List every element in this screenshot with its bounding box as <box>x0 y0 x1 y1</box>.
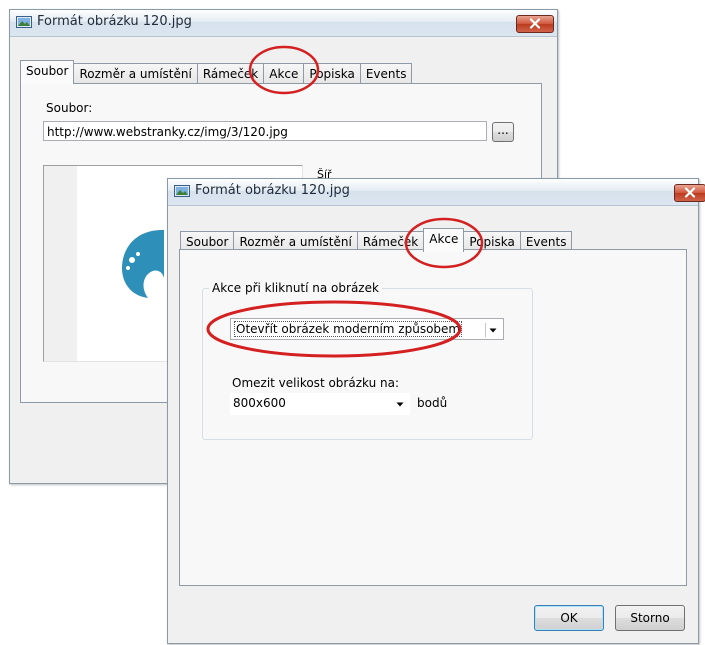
back-tab-events[interactable]: Events <box>359 63 413 84</box>
back-tab-popiska[interactable]: Popiska <box>303 63 361 84</box>
back-tab-strip: Soubor Rozměr a umístění Rámeček Akce Po… <box>20 60 413 84</box>
back-tab-soubor[interactable]: Soubor <box>20 60 75 84</box>
size-limit-value: 800x600 <box>233 396 286 410</box>
browse-button[interactable]: ... <box>492 122 514 142</box>
units-label: bodů <box>417 396 448 410</box>
close-icon <box>529 18 541 29</box>
click-action-group: Akce při kliknutí na obrázek Otevřít obr… <box>202 281 533 440</box>
back-window-title: Formát obrázku 120.jpg <box>37 14 192 29</box>
ok-button[interactable]: OK <box>534 605 604 631</box>
image-icon <box>174 185 190 197</box>
chevron-down-icon <box>396 402 404 407</box>
back-tab-ramecek[interactable]: Rámeček <box>196 63 265 84</box>
back-title-bar[interactable]: Formát obrázku 120.jpg <box>10 10 557 37</box>
front-tab-panel: Akce při kliknutí na obrázek Otevřít obr… <box>179 249 687 586</box>
close-icon <box>684 187 696 198</box>
click-action-dropdown[interactable]: Otevřít obrázek moderním způsobem <box>230 318 504 340</box>
front-title-bar[interactable]: Formát obrázku 120.jpg <box>168 179 705 206</box>
front-window-title: Formát obrázku 120.jpg <box>195 183 350 198</box>
back-close-button[interactable] <box>516 15 554 33</box>
limit-size-label: Omezit velikost obrázku na: <box>232 376 400 390</box>
front-close-button[interactable] <box>674 184 705 202</box>
chevron-down-icon <box>485 323 497 337</box>
back-tab-rozmer[interactable]: Rozměr a umístění <box>73 63 198 84</box>
file-url-input[interactable]: http://www.webstranky.cz/img/3/120.jpg <box>43 121 487 141</box>
cancel-button[interactable]: Storno <box>615 605 685 631</box>
front-dialog-window: Formát obrázku 120.jpg Soubor Rozměr a u… <box>167 178 705 644</box>
click-action-value: Otevřít obrázek moderním způsobem <box>234 321 463 337</box>
front-tab-akce[interactable]: Akce <box>423 228 465 252</box>
logo-image <box>122 230 164 298</box>
back-tab-akce[interactable]: Akce <box>263 63 305 84</box>
image-icon <box>16 16 32 28</box>
file-label: Soubor: <box>46 101 93 115</box>
click-action-group-title: Akce při kliknutí na obrázek <box>209 281 382 295</box>
size-limit-dropdown[interactable]: 800x600 <box>230 393 410 415</box>
